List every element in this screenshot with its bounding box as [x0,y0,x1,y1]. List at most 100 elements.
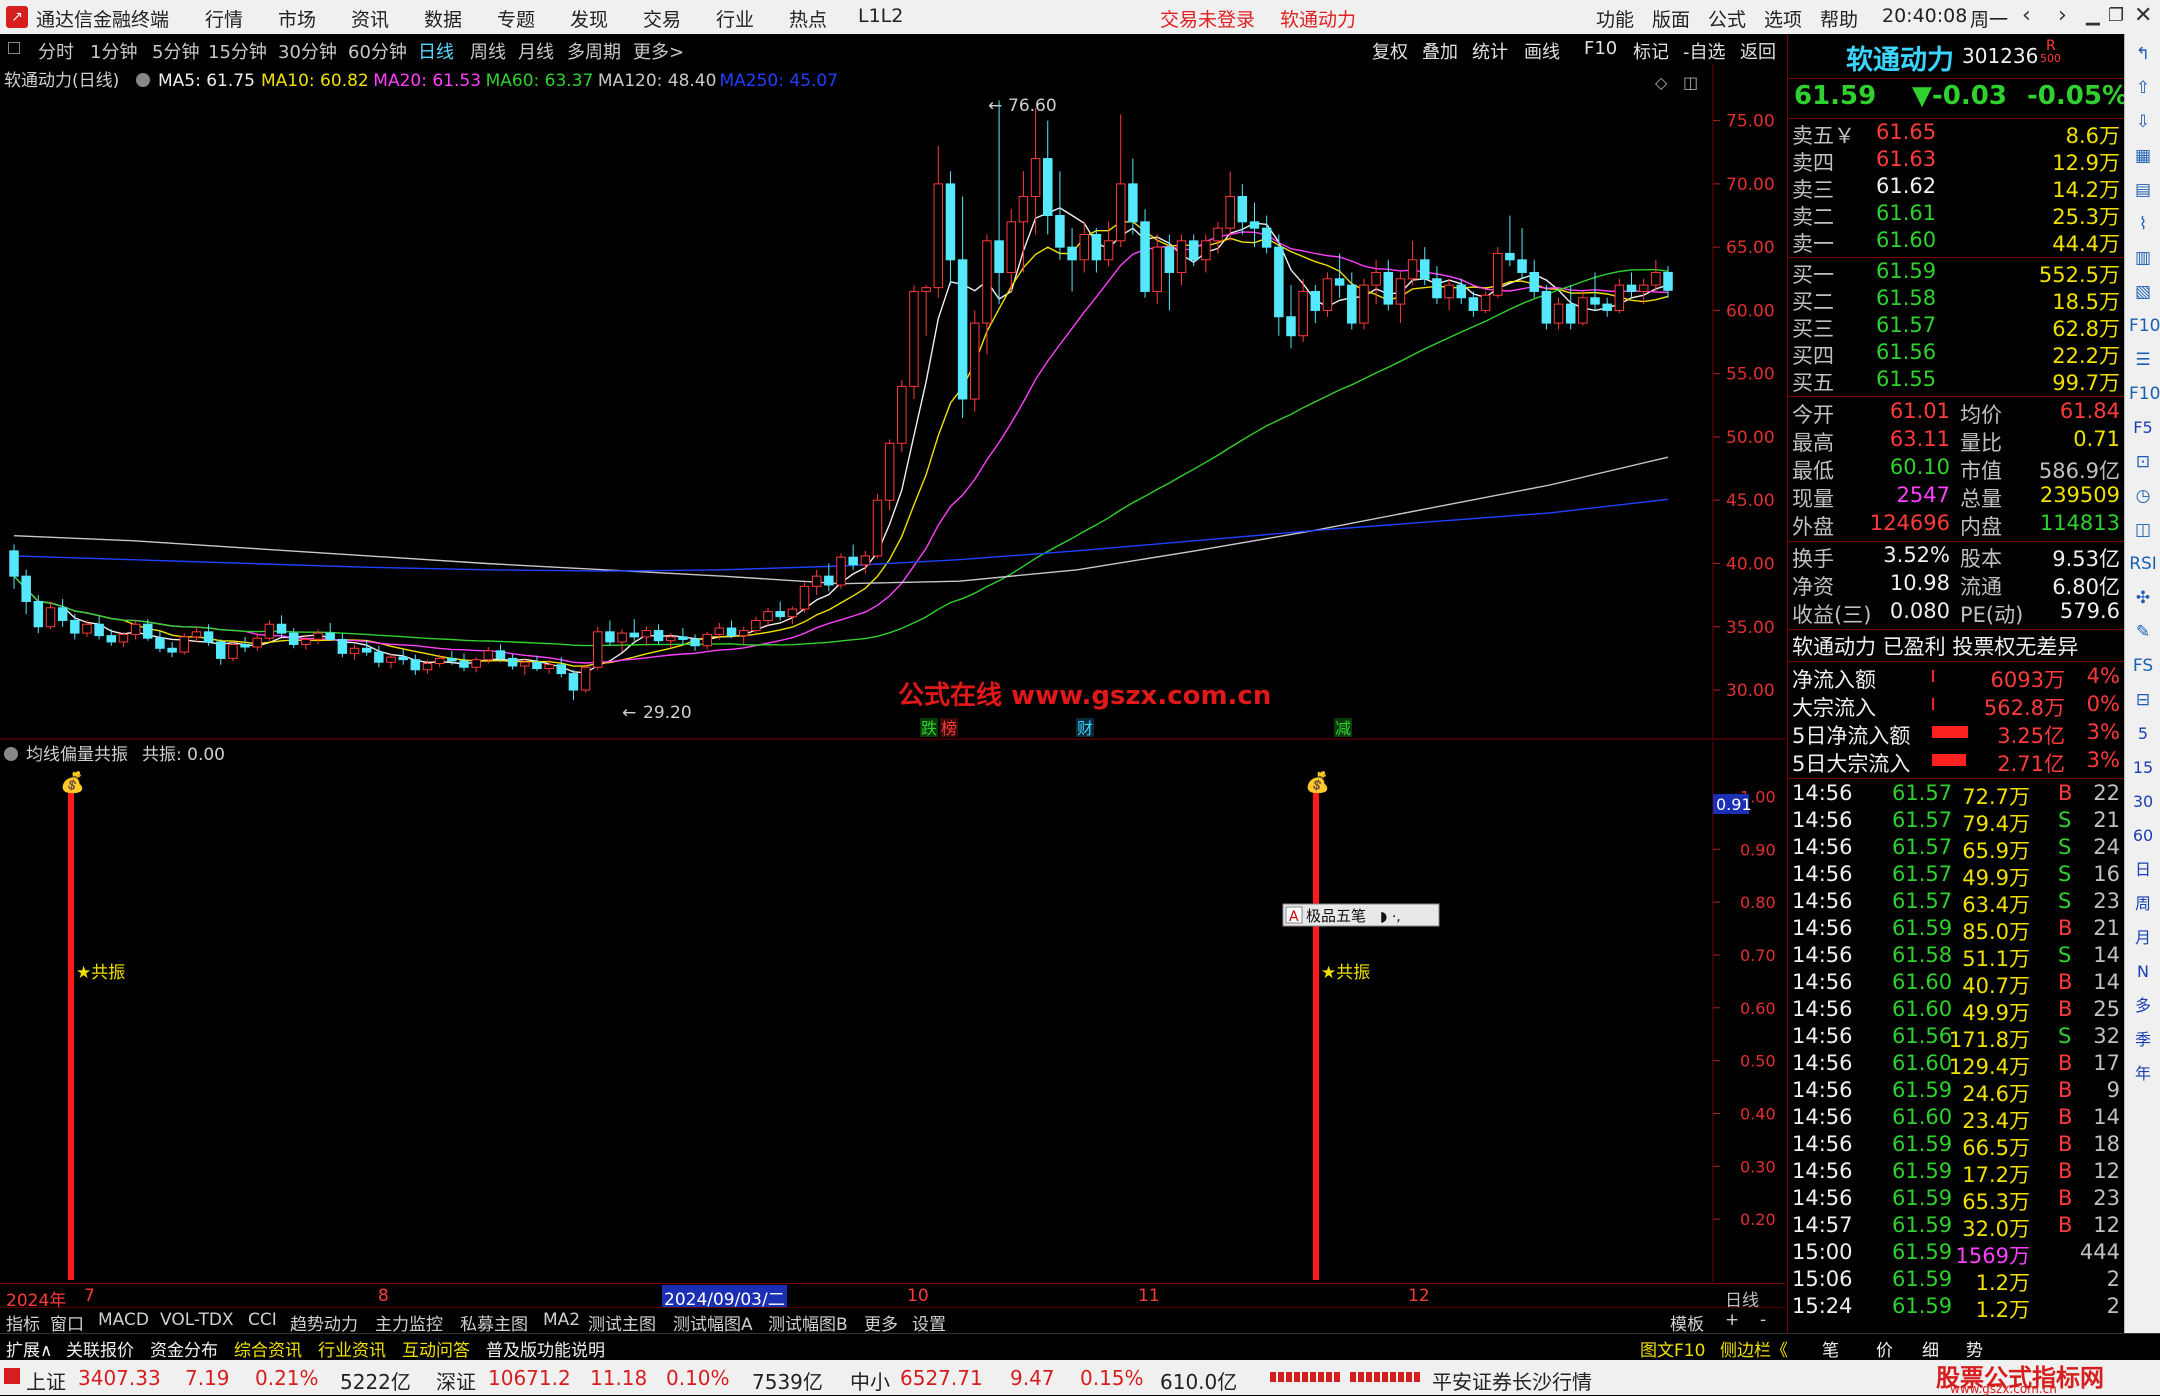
fundamental-row[interactable]: 收益(三) 0.080 PE(动) 579.6 [1792,599,2120,627]
tab-test-sub-b[interactable]: 测试幅图B [768,1310,848,1335]
period-tab-multi[interactable]: 多周期 [567,38,621,64]
side-tool-icon[interactable]: 日 [2129,856,2157,884]
tab-test-main[interactable]: 测试主图 [588,1310,656,1335]
legend-toggle-icon[interactable] [136,73,150,87]
side-tool-icon[interactable]: ⇩ [2129,108,2157,136]
stat-row[interactable]: 最高 63.11 量比 0.71 [1792,427,2120,455]
tick-row[interactable]: 15:06 61.59 1.2万 2 [1792,1267,2120,1295]
forward-arrow-icon[interactable]: › [2058,3,2067,28]
tab-macd[interactable]: MACD [98,1310,149,1330]
stock-note[interactable]: 软通动力 已盈利 投票权无差异 [1792,631,2120,659]
tick-row[interactable]: 14:56 61.60 40.7万 B 14 [1792,970,2120,998]
tab-extend[interactable]: 扩展∧ [6,1336,52,1361]
tick-row[interactable]: 14:56 61.57 79.4万 S 21 [1792,808,2120,836]
menu-function[interactable]: 功能 [1596,5,1634,32]
side-tool-icon[interactable]: 月 [2129,924,2157,952]
tick-row[interactable]: 15:24 61.59 1.2万 2 [1792,1294,2120,1322]
bid-row[interactable]: 买三 61.57 62.8万 [1792,313,2120,341]
menu-quote[interactable]: 行情 [205,5,243,32]
period-tab-60min[interactable]: 60分钟 [348,38,407,64]
menu-hot[interactable]: 热点 [789,5,827,32]
tick-row[interactable]: 14:56 61.59 17.2万 B 12 [1792,1159,2120,1187]
event-tag-drop[interactable]: 跌 [921,719,937,738]
tick-row[interactable]: 14:56 61.59 24.6万 B 9 [1792,1078,2120,1106]
side-tool-icon[interactable]: 30 [2129,788,2157,816]
index-name[interactable]: 深证 [436,1366,476,1395]
stat-row[interactable]: 外盘 124696 内盘 114813 [1792,511,2120,539]
ime-extra[interactable]: ◗ ·, [1380,909,1401,925]
tab-cci[interactable]: CCI [248,1310,277,1330]
menu-layout[interactable]: 版面 [1652,5,1690,32]
tick-row[interactable]: 14:56 61.60 129.4万 B 17 [1792,1051,2120,1079]
side-tool-icon[interactable]: N [2129,958,2157,986]
menu-formula[interactable]: 公式 [1708,5,1746,32]
stat-row[interactable]: 最低 60.10 市值 586.9亿 [1792,455,2120,483]
fundamental-row[interactable]: 换手 3.52% 股本 9.53亿 [1792,543,2120,571]
menu-data[interactable]: 数据 [424,5,462,32]
bid-row[interactable]: 买四 61.56 22.2万 [1792,340,2120,368]
tick-row[interactable]: 15:00 61.59 1569万 444 [1792,1240,2120,1268]
tab-f10-graphic[interactable]: 图文F10 [1640,1336,1705,1361]
minimize-icon[interactable]: ▁ [2086,5,2100,26]
back-arrow-icon[interactable]: ‹ [2022,3,2031,28]
bid-row[interactable]: 买二 61.58 18.5万 [1792,286,2120,314]
period-tab-30min[interactable]: 30分钟 [278,38,337,64]
flow-row[interactable]: 大宗流入 562.8万 0% [1792,692,2120,720]
tab-fund-distribution[interactable]: 资金分布 [150,1336,218,1361]
tick-row[interactable]: 14:56 61.57 65.9万 S 24 [1792,835,2120,863]
tab-add[interactable]: + [1725,1310,1739,1330]
tab-basic-guide[interactable]: 普及版功能说明 [486,1336,605,1361]
event-tag-list[interactable]: 榜 [941,719,957,738]
tab-qa[interactable]: 互动问答 [402,1336,470,1361]
tool-statistics[interactable]: 统计 [1472,38,1508,64]
close-icon[interactable]: ✕ [2134,3,2152,28]
side-tool-icon[interactable]: 季 [2129,1026,2157,1054]
tab-price[interactable]: 价 [1876,1336,1893,1361]
menu-help[interactable]: 帮助 [1820,5,1858,32]
flow-row[interactable]: 净流入额 6093万 4% [1792,664,2120,692]
menu-l1l2[interactable]: L1L2 [858,5,903,27]
period-tab-5min[interactable]: 5分钟 [152,38,199,64]
side-tool-icon[interactable]: 5 [2129,720,2157,748]
side-tool-icon[interactable]: ↰ [2129,40,2157,68]
tab-remove[interactable]: - [1760,1310,1766,1330]
menu-news[interactable]: 资讯 [351,5,389,32]
tool-remove-favorite[interactable]: -自选 [1683,38,1726,64]
tick-row[interactable]: 14:56 61.57 72.7万 B 22 [1792,781,2120,809]
period-tab-intraday[interactable]: 分时 [38,38,74,64]
stat-row[interactable]: 现量 2547 总量 239509 [1792,483,2120,511]
tick-row[interactable]: 14:56 61.59 65.3万 B 23 [1792,1186,2120,1214]
side-tool-icon[interactable]: ⊟ [2129,686,2157,714]
toggle-icon[interactable] [8,42,20,54]
candlestick-chart[interactable]: 75.00 70.00 65.00 60.00 55.00 50.00 45.00 40.00… [0,64,1785,740]
period-tab-weekly[interactable]: 周线 [470,38,506,64]
period-tab-15min[interactable]: 15分钟 [208,38,267,64]
side-tool-icon[interactable]: ▤ [2129,176,2157,204]
tab-general-news[interactable]: 综合资讯 [234,1336,302,1361]
tick-row[interactable]: 14:56 61.57 63.4万 S 23 [1792,889,2120,917]
panel-icon[interactable]: ◫ [1683,73,1698,92]
menu-discover[interactable]: 发现 [570,5,608,32]
tab-industry-news[interactable]: 行业资讯 [318,1336,386,1361]
tab-indicators[interactable]: 指标 [6,1310,40,1335]
ask-row[interactable]: 卖三 61.62 14.2万 [1792,174,2120,202]
side-tool-icon[interactable]: ⌇ [2129,210,2157,238]
tick-row[interactable]: 14:56 61.60 49.9万 B 25 [1792,997,2120,1025]
side-tool-icon[interactable]: F10 [2129,380,2160,408]
ime-badge[interactable]: A [1289,909,1299,925]
tick-row[interactable]: 14:56 61.57 49.9万 S 16 [1792,862,2120,890]
tab-sidebar[interactable]: 侧边栏《 [1720,1336,1788,1361]
index-name[interactable]: 上证 [26,1366,66,1395]
side-tool-icon[interactable]: FS [2129,652,2157,680]
tick-row[interactable]: 14:56 61.59 66.5万 B 18 [1792,1132,2120,1160]
event-tag-finance[interactable]: 财 [1077,719,1093,738]
flow-row[interactable]: 5日大宗流入 2.71亿 3% [1792,748,2120,776]
tab-vol-tdx[interactable]: VOL-TDX [160,1310,234,1330]
tab-window[interactable]: 窗口 [50,1310,84,1335]
ime-label[interactable]: 极品五笔 [1306,907,1366,925]
tool-f10[interactable]: F10 [1584,38,1617,59]
ask-row[interactable]: 卖五￥ 61.65 8.6万 [1792,120,2120,148]
side-tool-icon[interactable]: ▦ [2129,142,2157,170]
ask-row[interactable]: 卖一 61.60 44.4万 [1792,228,2120,256]
side-tool-icon[interactable]: ✣ [2129,584,2157,612]
